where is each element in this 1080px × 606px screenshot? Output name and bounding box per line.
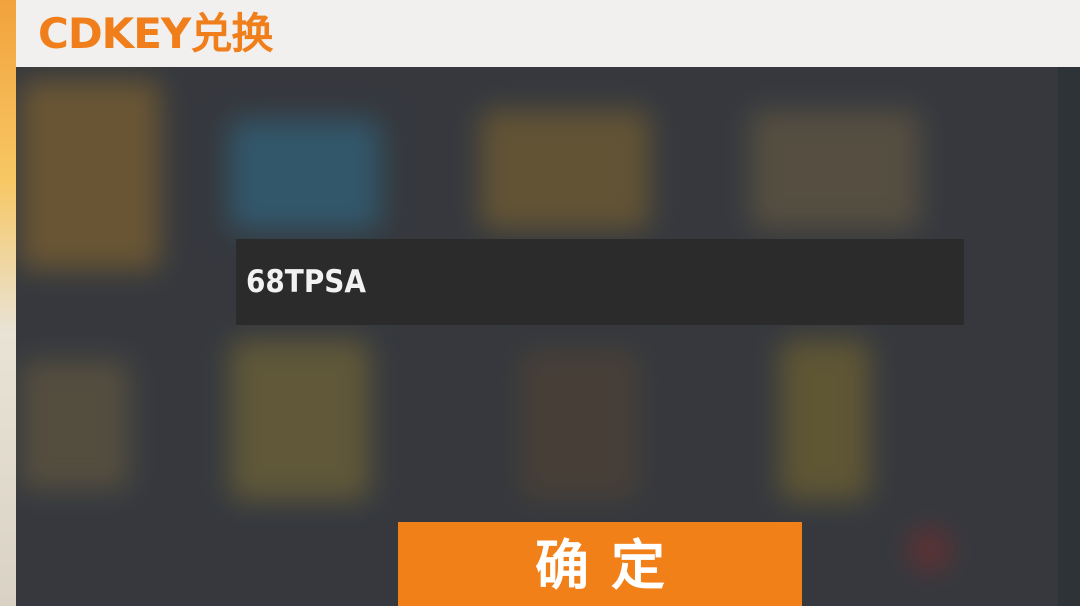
right-edge-strip	[1058, 66, 1080, 606]
cdkey-input[interactable]	[236, 239, 964, 325]
confirm-button-label: 确定	[535, 533, 687, 597]
confirm-button[interactable]: 确定	[398, 522, 802, 606]
left-edge-strip	[0, 0, 16, 606]
page-title: CDKEY兑换	[38, 9, 273, 58]
cdkey-redeem-screen: CDKEY兑换 确定	[0, 0, 1080, 606]
dialog-header: CDKEY兑换	[16, 0, 1080, 67]
